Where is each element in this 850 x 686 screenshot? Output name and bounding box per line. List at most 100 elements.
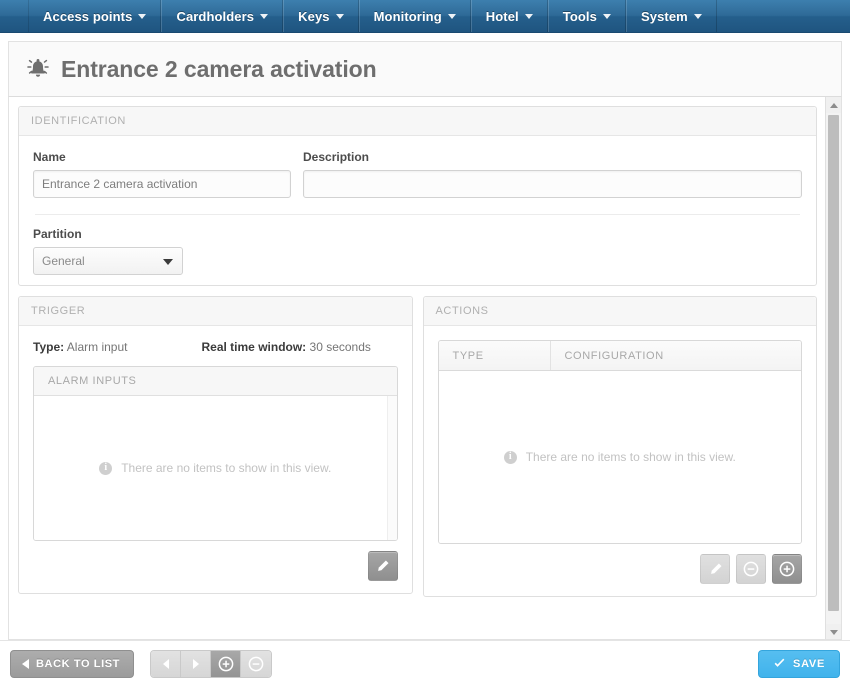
page-title: Entrance 2 camera activation — [61, 55, 377, 82]
nav-item-label: Access points — [43, 8, 133, 24]
actions-panel-header: ACTIONS — [423, 297, 816, 326]
info-icon: i — [503, 450, 517, 464]
description-field-group: Description — [303, 150, 802, 198]
description-input[interactable] — [303, 170, 802, 198]
chevron-down-icon — [138, 13, 147, 19]
chevron-down-icon — [260, 13, 269, 19]
save-button[interactable]: SAVE — [758, 649, 840, 678]
chevron-up-icon — [829, 102, 838, 108]
chevron-down-icon — [163, 259, 173, 265]
actions-edit-button[interactable] — [700, 554, 730, 584]
field-spacer — [291, 150, 303, 198]
actions-add-button[interactable] — [772, 554, 802, 584]
footer-toolbar: BACK TO LIST SAVE — [0, 640, 850, 686]
scrollbar-thumb[interactable] — [828, 115, 839, 611]
chevron-down-icon — [829, 629, 838, 635]
next-record-button[interactable] — [181, 650, 211, 677]
chevron-down-icon — [447, 13, 456, 19]
alarm-inputs-list-body: i There are no items to show in this vie… — [34, 396, 397, 540]
alarm-inputs-empty-state: i There are no items to show in this vie… — [99, 461, 331, 475]
trigger-type-label: Type: — [33, 340, 65, 354]
minus-circle-icon — [248, 656, 264, 671]
trigger-edit-button[interactable] — [367, 551, 398, 581]
pencil-icon — [378, 560, 389, 571]
trigger-panel: TRIGGER Type: Alarm input Real time wind… — [18, 296, 413, 594]
trigger-window: Real time window: 30 seconds — [202, 340, 371, 354]
actions-column-type: TYPE — [439, 341, 551, 370]
nav-item-label: Keys — [298, 8, 330, 24]
back-to-list-label: BACK TO LIST — [36, 657, 120, 670]
nav-item-keys[interactable]: Keys — [283, 0, 359, 32]
chevron-left-icon — [162, 658, 169, 669]
scroll-down-button[interactable] — [826, 624, 841, 639]
remove-record-button[interactable] — [241, 650, 271, 677]
name-input[interactable] — [33, 170, 291, 198]
partition-label: Partition — [33, 227, 82, 241]
chevron-left-icon — [22, 658, 29, 669]
trigger-panel-header: TRIGGER — [19, 297, 412, 326]
trigger-meta-row: Type: Alarm input Real time window: 30 s… — [33, 340, 398, 354]
nav-item-tools[interactable]: Tools — [547, 0, 626, 32]
chevron-right-icon — [192, 658, 199, 669]
trigger-button-row — [33, 541, 398, 583]
trigger-type-value: Alarm input — [66, 340, 128, 354]
info-icon: i — [99, 461, 113, 475]
plus-circle-icon — [218, 656, 233, 671]
nav-item-system[interactable]: System — [625, 0, 717, 32]
record-nav-group — [150, 649, 272, 678]
name-label: Name — [33, 150, 66, 164]
scroll-up-button[interactable] — [826, 97, 841, 113]
name-field-group: Name — [33, 150, 291, 198]
trigger-type: Type: Alarm input — [33, 340, 128, 354]
actions-remove-button[interactable] — [736, 554, 766, 584]
content-scrollbar[interactable] — [825, 97, 841, 639]
description-label: Description — [303, 150, 370, 164]
name-description-row: Name Description — [33, 150, 802, 198]
trigger-window-value: 30 seconds — [309, 340, 371, 354]
trigger-actions-columns: TRIGGER Type: Alarm input Real time wind… — [18, 296, 817, 607]
form-divider — [35, 214, 800, 215]
trigger-window-label: Real time window: — [201, 340, 307, 354]
nav-item-access-points[interactable]: Access points — [28, 0, 162, 32]
actions-button-row — [438, 544, 802, 586]
partition-select[interactable]: General — [33, 247, 183, 275]
alarm-inputs-list-header: ALARM INPUTS — [34, 367, 397, 396]
nav-item-label: Cardholders — [176, 8, 255, 24]
actions-table-header: TYPE CONFIGURATION — [438, 341, 801, 371]
nav-item-label: Tools — [562, 8, 597, 24]
page-header: Entrance 2 camera activation — [8, 41, 842, 97]
check-icon — [774, 658, 785, 667]
alarm-inputs-scroll-gutter[interactable] — [386, 396, 397, 540]
actions-empty-text: There are no items to show in this view. — [525, 450, 736, 464]
actions-table-body: i There are no items to show in this vie… — [438, 371, 801, 543]
alarm-inputs-listbox: ALARM INPUTS i There are no items to sho… — [33, 366, 398, 541]
meta-spacer — [128, 340, 202, 354]
partition-field-group: Partition General — [33, 227, 802, 275]
partition-selected-value: General — [42, 254, 85, 268]
nav-item-label: System — [640, 8, 688, 24]
nav-item-hotel[interactable]: Hotel — [470, 0, 548, 32]
content-area: IDENTIFICATION Name Description Partitio… — [8, 97, 842, 640]
nav-item-label: Hotel — [485, 8, 519, 24]
nav-item-label: Monitoring — [373, 8, 442, 24]
add-record-button[interactable] — [211, 650, 241, 677]
actions-panel: ACTIONS TYPE CONFIGURATION i There are n… — [422, 296, 817, 597]
trigger-column: TRIGGER Type: Alarm input Real time wind… — [18, 296, 413, 607]
identification-panel: IDENTIFICATION Name Description Partitio… — [18, 106, 817, 286]
actions-column: ACTIONS TYPE CONFIGURATION i There are n… — [422, 296, 817, 607]
nav-item-cardholders[interactable]: Cardholders — [161, 0, 284, 32]
chevron-down-icon — [693, 13, 702, 19]
actions-empty-state: i There are no items to show in this vie… — [503, 450, 736, 464]
chevron-down-icon — [524, 13, 533, 19]
actions-table: TYPE CONFIGURATION i There are no items … — [437, 340, 802, 544]
identification-panel-header: IDENTIFICATION — [19, 107, 816, 136]
plus-circle-icon — [779, 561, 795, 577]
save-label: SAVE — [793, 657, 825, 670]
trigger-panel-body: Type: Alarm input Real time window: 30 s… — [19, 326, 412, 593]
nav-item-monitoring[interactable]: Monitoring — [358, 0, 471, 32]
previous-record-button[interactable] — [151, 650, 181, 677]
back-to-list-button[interactable]: BACK TO LIST — [10, 649, 134, 678]
identification-panel-body: Name Description Partition General — [19, 136, 816, 285]
content-inner: IDENTIFICATION Name Description Partitio… — [9, 97, 826, 639]
minus-circle-icon — [743, 561, 759, 577]
